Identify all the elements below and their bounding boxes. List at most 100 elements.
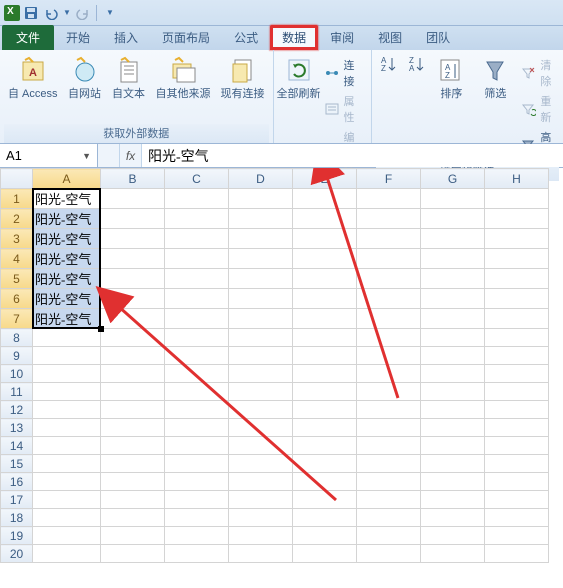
- cell-D11[interactable]: [229, 383, 293, 401]
- cell-G14[interactable]: [421, 437, 485, 455]
- cell-D15[interactable]: [229, 455, 293, 473]
- cell-A20[interactable]: [33, 545, 101, 563]
- cell-H13[interactable]: [485, 419, 549, 437]
- cell-D4[interactable]: [229, 249, 293, 269]
- qat-undo-dd[interactable]: ▼: [62, 4, 72, 22]
- cell-D2[interactable]: [229, 209, 293, 229]
- row-header-17[interactable]: 17: [1, 491, 33, 509]
- cell-D12[interactable]: [229, 401, 293, 419]
- btn-refresh-all[interactable]: 全部刷新: [278, 52, 320, 102]
- btn-clear-filter[interactable]: 清除: [518, 56, 558, 90]
- cell-C15[interactable]: [165, 455, 229, 473]
- cell-D3[interactable]: [229, 229, 293, 249]
- cell-G20[interactable]: [421, 545, 485, 563]
- tab-file[interactable]: 文件: [2, 25, 54, 50]
- row-header-9[interactable]: 9: [1, 347, 33, 365]
- row-header-11[interactable]: 11: [1, 383, 33, 401]
- cell-D1[interactable]: [229, 189, 293, 209]
- tab-页面布局[interactable]: 页面布局: [150, 25, 222, 50]
- cell-E16[interactable]: [293, 473, 357, 491]
- cell-D8[interactable]: [229, 329, 293, 347]
- cell-G15[interactable]: [421, 455, 485, 473]
- btn-from-text[interactable]: 自文本: [108, 52, 150, 102]
- cell-G2[interactable]: [421, 209, 485, 229]
- cell-F9[interactable]: [357, 347, 421, 365]
- cell-A7[interactable]: 阳光-空气: [33, 309, 101, 329]
- cell-F2[interactable]: [357, 209, 421, 229]
- cell-G12[interactable]: [421, 401, 485, 419]
- tab-团队[interactable]: 团队: [414, 25, 462, 50]
- fx-icon[interactable]: fx: [120, 144, 142, 167]
- cell-F3[interactable]: [357, 229, 421, 249]
- cell-A15[interactable]: [33, 455, 101, 473]
- cell-A13[interactable]: [33, 419, 101, 437]
- row-header-4[interactable]: 4: [1, 249, 33, 269]
- cell-D17[interactable]: [229, 491, 293, 509]
- cell-H19[interactable]: [485, 527, 549, 545]
- cell-F10[interactable]: [357, 365, 421, 383]
- col-header-E[interactable]: E: [293, 169, 357, 189]
- cell-D7[interactable]: [229, 309, 293, 329]
- row-header-16[interactable]: 16: [1, 473, 33, 491]
- cell-C6[interactable]: [165, 289, 229, 309]
- btn-from-access[interactable]: A 自 Access: [4, 52, 62, 102]
- cell-A6[interactable]: 阳光-空气: [33, 289, 101, 309]
- cell-A11[interactable]: [33, 383, 101, 401]
- tab-开始[interactable]: 开始: [54, 25, 102, 50]
- btn-existing-conn[interactable]: 现有连接: [217, 52, 269, 102]
- cell-A1[interactable]: 阳光-空气: [33, 189, 101, 209]
- cell-A18[interactable]: [33, 509, 101, 527]
- cell-E3[interactable]: [293, 229, 357, 249]
- cell-A8[interactable]: [33, 329, 101, 347]
- cell-B6[interactable]: [101, 289, 165, 309]
- cell-C4[interactable]: [165, 249, 229, 269]
- cell-B1[interactable]: [101, 189, 165, 209]
- row-header-7[interactable]: 7: [1, 309, 33, 329]
- cell-G5[interactable]: [421, 269, 485, 289]
- row-header-18[interactable]: 18: [1, 509, 33, 527]
- cell-F6[interactable]: [357, 289, 421, 309]
- cell-C11[interactable]: [165, 383, 229, 401]
- cell-A4[interactable]: 阳光-空气: [33, 249, 101, 269]
- cell-E8[interactable]: [293, 329, 357, 347]
- row-header-1[interactable]: 1: [1, 189, 33, 209]
- cell-D9[interactable]: [229, 347, 293, 365]
- row-header-5[interactable]: 5: [1, 269, 33, 289]
- cell-D20[interactable]: [229, 545, 293, 563]
- cell-C17[interactable]: [165, 491, 229, 509]
- cell-A10[interactable]: [33, 365, 101, 383]
- cell-C7[interactable]: [165, 309, 229, 329]
- cell-E4[interactable]: [293, 249, 357, 269]
- cell-G10[interactable]: [421, 365, 485, 383]
- row-header-10[interactable]: 10: [1, 365, 33, 383]
- cell-B9[interactable]: [101, 347, 165, 365]
- cell-E11[interactable]: [293, 383, 357, 401]
- cell-H3[interactable]: [485, 229, 549, 249]
- cell-C20[interactable]: [165, 545, 229, 563]
- cell-A12[interactable]: [33, 401, 101, 419]
- cell-A5[interactable]: 阳光-空气: [33, 269, 101, 289]
- col-header-C[interactable]: C: [165, 169, 229, 189]
- btn-connections[interactable]: 连接: [322, 56, 367, 90]
- row-header-2[interactable]: 2: [1, 209, 33, 229]
- cell-E19[interactable]: [293, 527, 357, 545]
- cell-A14[interactable]: [33, 437, 101, 455]
- qat-save[interactable]: [22, 4, 40, 22]
- namebox-dropdown-icon[interactable]: ▼: [82, 151, 91, 161]
- cell-E6[interactable]: [293, 289, 357, 309]
- cell-C16[interactable]: [165, 473, 229, 491]
- cell-G4[interactable]: [421, 249, 485, 269]
- cell-H2[interactable]: [485, 209, 549, 229]
- cell-A19[interactable]: [33, 527, 101, 545]
- row-header-20[interactable]: 20: [1, 545, 33, 563]
- col-header-B[interactable]: B: [101, 169, 165, 189]
- cell-D16[interactable]: [229, 473, 293, 491]
- cell-C2[interactable]: [165, 209, 229, 229]
- cell-D14[interactable]: [229, 437, 293, 455]
- cell-B12[interactable]: [101, 401, 165, 419]
- cell-H14[interactable]: [485, 437, 549, 455]
- cell-E20[interactable]: [293, 545, 357, 563]
- btn-from-other[interactable]: 自其他来源: [152, 52, 215, 102]
- row-header-3[interactable]: 3: [1, 229, 33, 249]
- cell-E10[interactable]: [293, 365, 357, 383]
